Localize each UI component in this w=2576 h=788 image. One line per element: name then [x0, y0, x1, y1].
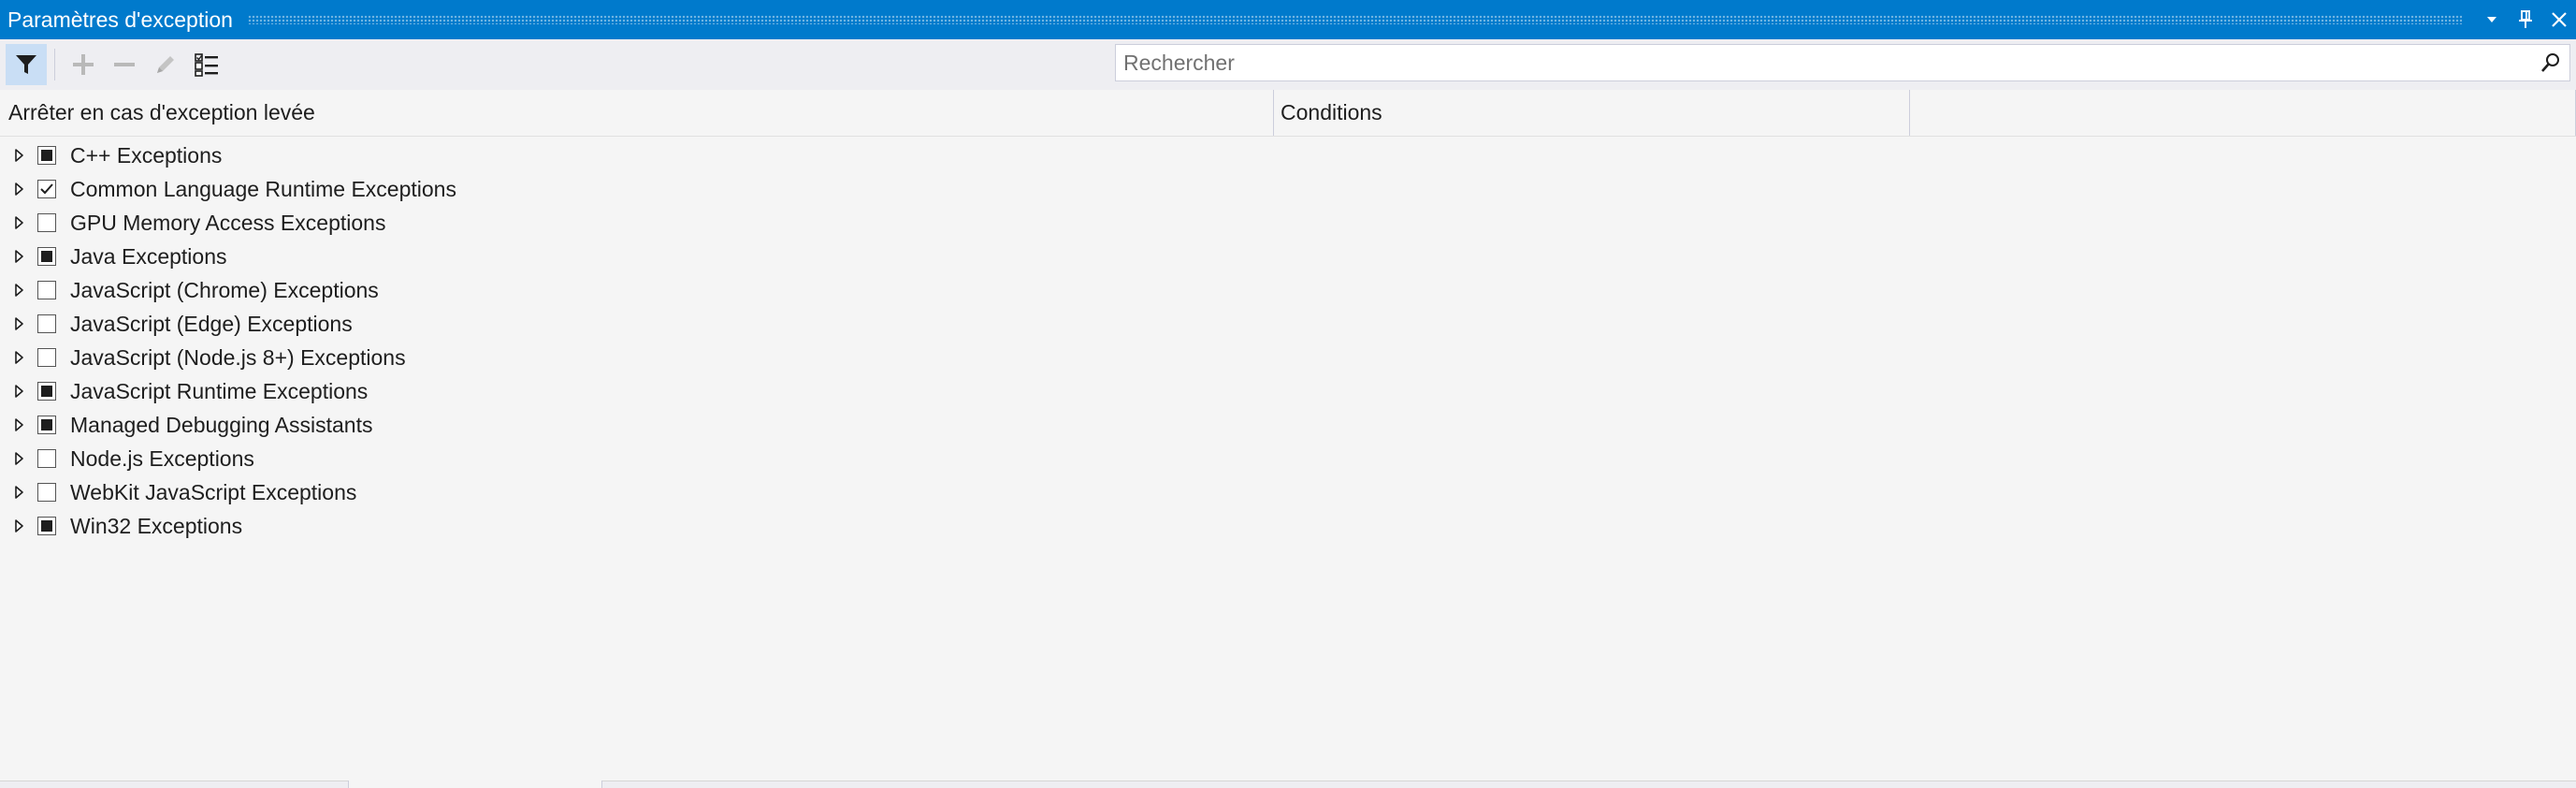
- minus-icon: [114, 63, 135, 66]
- category-checkbox[interactable]: [37, 281, 56, 299]
- column-header-label: Arrêter en cas d'exception levée: [8, 100, 315, 124]
- category-checkbox[interactable]: [37, 483, 56, 502]
- indeterminate-mark: [41, 386, 52, 397]
- category-checkbox[interactable]: [37, 146, 56, 165]
- filter-icon: [16, 55, 36, 74]
- category-checkbox[interactable]: [37, 180, 56, 198]
- edit-conditions-button[interactable]: [145, 44, 186, 85]
- toolbar-separator: [54, 49, 55, 80]
- filter-button[interactable]: [6, 44, 47, 85]
- drag-grip[interactable]: [247, 15, 2462, 24]
- tree-row[interactable]: Common Language Runtime Exceptions: [0, 172, 2576, 206]
- column-header-break-when-thrown[interactable]: Arrêter en cas d'exception levée: [0, 90, 1274, 136]
- category-checkbox[interactable]: [37, 449, 56, 468]
- expand-arrow-icon[interactable]: [0, 341, 37, 374]
- category-label: JavaScript (Edge) Exceptions: [70, 311, 353, 336]
- tree-row[interactable]: WebKit JavaScript Exceptions: [0, 475, 2576, 509]
- remove-button[interactable]: [104, 44, 145, 85]
- column-header-empty[interactable]: [1910, 90, 2576, 136]
- plus-icon: [73, 54, 94, 75]
- category-checkbox[interactable]: [37, 382, 56, 401]
- category-checkbox[interactable]: [37, 348, 56, 367]
- category-checkbox[interactable]: [37, 517, 56, 535]
- category-checkbox[interactable]: [37, 247, 56, 266]
- search-icon[interactable]: [2532, 45, 2569, 80]
- expand-arrow-icon[interactable]: [0, 307, 37, 341]
- title-bar: Paramètres d'exception: [0, 0, 2576, 39]
- category-checkbox[interactable]: [37, 314, 56, 333]
- column-header-conditions[interactable]: Conditions: [1274, 90, 1910, 136]
- category-label: JavaScript (Chrome) Exceptions: [70, 277, 379, 302]
- expand-arrow-icon[interactable]: [0, 206, 37, 240]
- tree-row[interactable]: JavaScript Runtime Exceptions: [0, 374, 2576, 408]
- expand-arrow-icon[interactable]: [0, 408, 37, 442]
- category-label: Common Language Runtime Exceptions: [70, 176, 456, 201]
- tree-row[interactable]: C++ Exceptions: [0, 139, 2576, 172]
- expand-arrow-icon[interactable]: [0, 442, 37, 475]
- category-label: JavaScript (Node.js 8+) Exceptions: [70, 344, 406, 370]
- tree-row[interactable]: Node.js Exceptions: [0, 442, 2576, 475]
- category-checkbox[interactable]: [37, 213, 56, 232]
- indeterminate-mark: [41, 419, 52, 430]
- expand-arrow-icon[interactable]: [0, 475, 37, 509]
- category-label: Managed Debugging Assistants: [70, 412, 373, 437]
- search-input[interactable]: [1116, 45, 2532, 80]
- category-checkbox[interactable]: [37, 416, 56, 434]
- search-box: [1115, 44, 2570, 81]
- pin-button[interactable]: [2509, 0, 2542, 39]
- tree-row[interactable]: JavaScript (Chrome) Exceptions: [0, 273, 2576, 307]
- expand-arrow-icon[interactable]: [0, 374, 37, 408]
- tree-row[interactable]: GPU Memory Access Exceptions: [0, 206, 2576, 240]
- tree-row[interactable]: Managed Debugging Assistants: [0, 408, 2576, 442]
- window-position-dropdown-button[interactable]: [2475, 0, 2509, 39]
- category-label: GPU Memory Access Exceptions: [70, 210, 386, 235]
- tree-row[interactable]: Java Exceptions: [0, 240, 2576, 273]
- expand-arrow-icon[interactable]: [0, 172, 37, 206]
- column-header-label: Conditions: [1281, 100, 1382, 124]
- category-label: Node.js Exceptions: [70, 445, 254, 471]
- category-label: C++ Exceptions: [70, 142, 223, 168]
- expand-arrow-icon[interactable]: [0, 273, 37, 307]
- tree-row[interactable]: Win32 Exceptions: [0, 509, 2576, 543]
- close-icon: [2552, 12, 2567, 27]
- tree-row[interactable]: JavaScript (Edge) Exceptions: [0, 307, 2576, 341]
- expand-arrow-icon[interactable]: [0, 240, 37, 273]
- exception-settings-window: Paramètres d'exception Rechercher Arrête…: [0, 0, 2576, 788]
- indeterminate-mark: [41, 251, 52, 262]
- indeterminate-mark: [41, 520, 52, 532]
- expand-arrow-icon[interactable]: [0, 139, 37, 172]
- column-header-row: Arrêter en cas d'exception levée Conditi…: [0, 90, 2576, 137]
- indeterminate-mark: [41, 150, 52, 161]
- pin-icon: [2519, 10, 2532, 28]
- category-label: Win32 Exceptions: [70, 513, 243, 538]
- close-button[interactable]: [2542, 0, 2576, 39]
- toolbar: [0, 39, 2576, 90]
- exception-category-tree: C++ Exceptions Common Language Runtime Ex…: [0, 139, 2576, 543]
- checkmark-icon: [40, 183, 53, 195]
- bottom-tab[interactable]: [348, 781, 602, 788]
- window-title: Paramètres d'exception: [7, 7, 233, 32]
- dropdown-arrow-icon: [2487, 17, 2496, 22]
- category-label: JavaScript Runtime Exceptions: [70, 378, 369, 403]
- category-label: WebKit JavaScript Exceptions: [70, 479, 357, 504]
- category-label: Java Exceptions: [70, 243, 227, 269]
- expand-arrow-icon[interactable]: [0, 509, 37, 543]
- pencil-icon: [157, 56, 174, 73]
- restore-defaults-button[interactable]: [186, 44, 227, 85]
- list-checkbox-icon: [195, 53, 218, 77]
- tree-row[interactable]: JavaScript (Node.js 8+) Exceptions: [0, 341, 2576, 374]
- add-button[interactable]: [63, 44, 104, 85]
